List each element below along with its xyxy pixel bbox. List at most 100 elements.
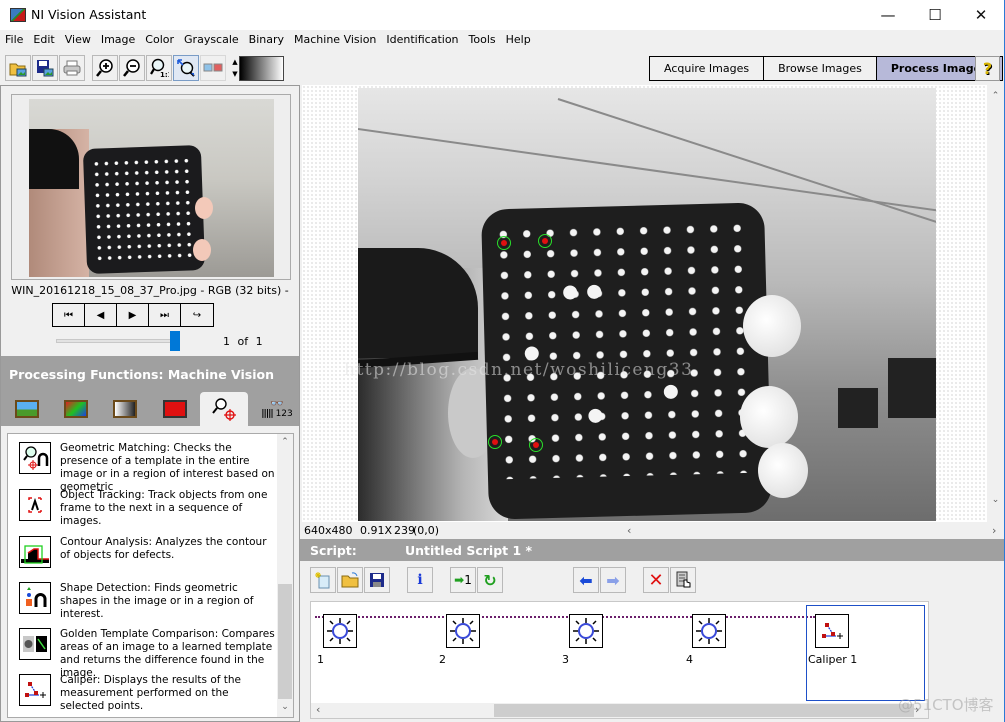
scroll-up-icon[interactable]: ⌃: [277, 437, 293, 447]
zoom-1-1-button[interactable]: 1:1: [146, 55, 172, 81]
detected-circle-marker[interactable]: [488, 435, 502, 449]
zoom-fit-button[interactable]: [173, 55, 199, 81]
scroll-down-icon[interactable]: ⌄: [277, 702, 293, 712]
color-category-icon: [64, 400, 88, 418]
scrollbar-thumb[interactable]: [278, 584, 292, 699]
person-hair: [358, 248, 478, 358]
run-once-icon: ➡1: [454, 573, 472, 587]
previous-icon: ◀: [96, 309, 105, 321]
binary-category-icon: [163, 400, 187, 418]
script-header: Script: Untitled Script 1 *: [300, 539, 1004, 561]
arrow-right-icon: ➡: [606, 570, 620, 590]
image-filename: WIN_20161218_15_08_37_Pro.jpg - RGB (32 …: [11, 284, 289, 297]
menu-color[interactable]: Color: [140, 30, 179, 50]
maximize-button[interactable]: ☐: [912, 0, 958, 30]
scroll-down-icon[interactable]: ⌄: [987, 495, 1004, 505]
scroll-left-icon[interactable]: ‹: [316, 703, 320, 716]
zoom-level: 0.91X: [360, 524, 393, 537]
run-loop-button[interactable]: ↻: [477, 567, 503, 593]
detected-circle-marker[interactable]: [529, 438, 543, 452]
circle-detection-icon: [327, 618, 353, 644]
category-tab-color[interactable]: [52, 392, 100, 426]
processed-image[interactable]: [358, 88, 936, 521]
open-image-button[interactable]: [5, 55, 31, 81]
script-step-4[interactable]: [692, 614, 726, 648]
image-slider-thumb[interactable]: [170, 331, 180, 351]
image-viewer[interactable]: http://blog.csdn.net/woshiliceng33: [302, 85, 1004, 522]
script-horizontal-scrollbar[interactable]: ‹ ›: [311, 703, 928, 718]
new-script-button[interactable]: [310, 567, 336, 593]
help-button[interactable]: ?: [975, 56, 1000, 81]
lookup-table-gradient[interactable]: [239, 56, 284, 81]
tab-browse-images[interactable]: Browse Images: [764, 57, 877, 80]
step-forward-button[interactable]: ➡: [600, 567, 626, 593]
category-tab-binary[interactable]: [151, 392, 199, 426]
tab-acquire-images[interactable]: Acquire Images: [650, 57, 765, 80]
menu-view[interactable]: View: [60, 30, 96, 50]
scroll-left-icon[interactable]: ‹: [627, 524, 631, 537]
edit-step-icon: [676, 571, 691, 588]
save-image-button[interactable]: [32, 55, 58, 81]
minimize-button[interactable]: —: [865, 0, 911, 30]
scroll-up-icon[interactable]: ⌃: [987, 91, 1004, 101]
caliper-icon: [822, 623, 843, 639]
compare-images-icon: [203, 63, 223, 72]
edit-step-button[interactable]: [670, 567, 696, 593]
script-step-2[interactable]: [446, 614, 480, 648]
save-script-button[interactable]: [364, 567, 390, 593]
compare-images-button[interactable]: [200, 55, 226, 81]
app-logo-icon: [10, 8, 26, 22]
category-tab-identification[interactable]: 👓 ||||| 123: [253, 392, 301, 426]
last-image-button[interactable]: ⏭: [149, 304, 181, 326]
run-once-button[interactable]: ➡1: [450, 567, 476, 593]
category-tab-image[interactable]: [3, 392, 51, 426]
zoom-1-1-icon: 1:1: [150, 58, 169, 78]
script-step-3[interactable]: [569, 614, 603, 648]
menu-file[interactable]: File: [0, 30, 28, 50]
contour-analysis-icon: [19, 536, 51, 568]
category-tab-grayscale[interactable]: [101, 392, 149, 426]
category-tab-machine-vision[interactable]: [200, 392, 248, 426]
previous-image-button[interactable]: ◀: [85, 304, 117, 326]
image-thumbnail[interactable]: [29, 99, 274, 277]
menu-image[interactable]: Image: [96, 30, 140, 50]
open-script-button[interactable]: [337, 567, 363, 593]
zoom-out-button[interactable]: [119, 55, 145, 81]
menu-identification[interactable]: Identification: [381, 30, 463, 50]
image-slider-track[interactable]: [56, 339, 178, 343]
menu-machine-vision[interactable]: Machine Vision: [289, 30, 381, 50]
geometric-matching-icon: [19, 442, 51, 474]
first-image-button[interactable]: ⏮: [53, 304, 85, 326]
detected-circle-marker[interactable]: [538, 234, 552, 248]
menu-tools[interactable]: Tools: [464, 30, 501, 50]
app-window: NI Vision Assistant — ☐ ✕ File Edit View…: [0, 0, 1005, 722]
run-loop-icon: ↻: [483, 570, 497, 590]
script-step-caliper[interactable]: [815, 614, 849, 648]
next-image-button[interactable]: ▶: [117, 304, 149, 326]
delete-icon: ✕: [648, 569, 664, 591]
step-back-button[interactable]: ⬅: [573, 567, 599, 593]
menu-edit[interactable]: Edit: [28, 30, 59, 50]
site-watermark: @51CTO博客: [898, 696, 994, 714]
menu-grayscale[interactable]: Grayscale: [179, 30, 244, 50]
viewer-vertical-scrollbar[interactable]: ⌃ ⌄: [987, 85, 1004, 522]
detected-circle-marker[interactable]: [497, 236, 511, 250]
scrollbar-thumb[interactable]: [494, 704, 914, 717]
function-description: Contour Analysis: Analyzes the contour o…: [60, 536, 267, 561]
scroll-right-icon[interactable]: ›: [992, 524, 996, 537]
menu-help[interactable]: Help: [501, 30, 536, 50]
script-steps-area[interactable]: 1 2 3 4 Caliper 1 ‹ ›: [310, 601, 929, 719]
circle-detection-icon: [450, 618, 476, 644]
script-step-1[interactable]: [323, 614, 357, 648]
delete-step-button[interactable]: ✕: [643, 567, 669, 593]
print-button[interactable]: [59, 55, 85, 81]
go-to-image-button[interactable]: ↪: [181, 304, 213, 326]
script-step-label: 1: [317, 653, 324, 666]
lookup-table-spinner[interactable]: ▲ ▼: [231, 56, 239, 80]
menu-binary[interactable]: Binary: [244, 30, 289, 50]
close-button[interactable]: ✕: [958, 0, 1004, 30]
zoom-in-button[interactable]: [92, 55, 118, 81]
script-info-button[interactable]: i: [407, 567, 433, 593]
function-list-scrollbar[interactable]: ⌃ ⌄: [277, 434, 293, 717]
pixel-value: 239: [394, 524, 415, 537]
